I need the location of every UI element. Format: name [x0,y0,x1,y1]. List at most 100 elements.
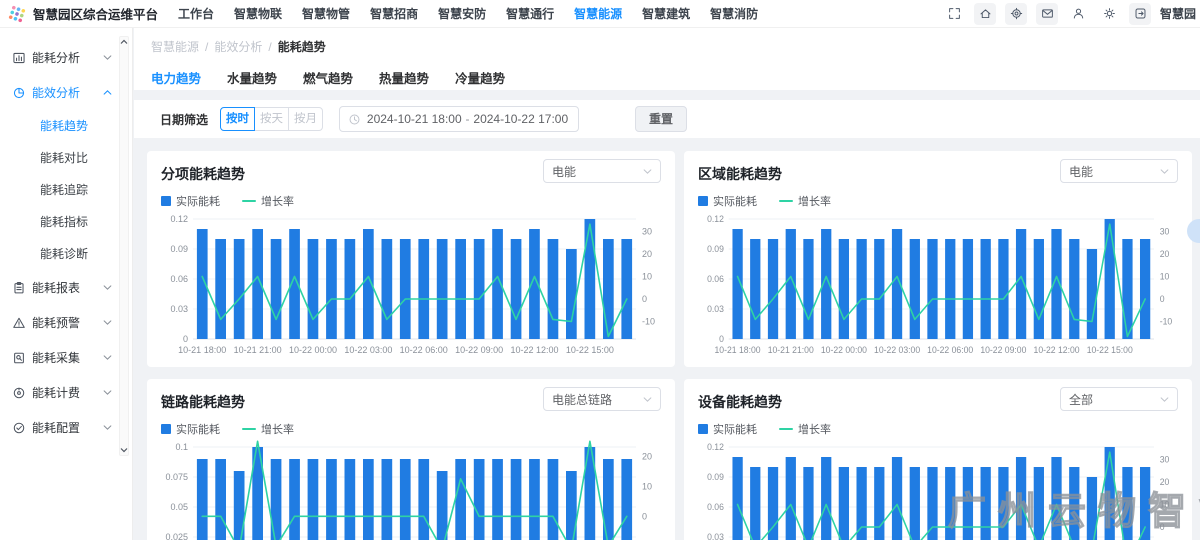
tab-0[interactable]: 电力趋势 [151,68,201,91]
legend-item-line[interactable]: 增长率 [242,421,294,437]
tab-2[interactable]: 燃气趋势 [303,68,353,91]
svg-text:20: 20 [642,249,652,259]
svg-text:10-21 21:00: 10-21 21:00 [234,345,282,355]
chart-select-2[interactable]: 电能总链路 [543,387,661,411]
date-range-start[interactable]: 2024-10-21 18:00 [365,112,464,126]
chart-card-0: 分项能耗趋势电能实际能耗增长率00.030.060.090.12-1001020… [147,151,675,367]
home-icon[interactable] [974,3,996,25]
sidebar-subitem-1-0[interactable]: 能耗趋势 [0,110,132,142]
svg-text:0: 0 [719,334,724,344]
tab-1[interactable]: 水量趋势 [227,68,277,91]
nav-item-6[interactable]: 智慧能源 [564,0,632,28]
breadcrumb-item-1[interactable]: 能效分析 [214,38,262,55]
legend-bar-marker [698,196,708,206]
date-range-end[interactable]: 2024-10-22 17:00 [472,112,571,126]
svg-text:-10: -10 [642,317,655,327]
brightness-icon[interactable] [1098,3,1120,25]
chart-legend-3: 实际能耗 增长率 [698,421,1178,437]
breadcrumb-separator: / [268,40,271,54]
chevron-down-icon [103,424,112,431]
nav-item-2[interactable]: 智慧物管 [292,0,360,28]
tab-4[interactable]: 冷量趋势 [455,68,505,91]
scroll-down-icon[interactable] [120,447,128,453]
legend-item-bar[interactable]: 实际能耗 [698,193,757,209]
svg-text:-10: -10 [1160,316,1173,326]
main-nav: 工作台智慧物联智慧物管智慧招商智慧安防智慧通行智慧能源智慧建筑智慧消防 [168,0,768,27]
svg-text:0.06: 0.06 [707,502,724,512]
legend-item-line[interactable]: 增长率 [779,421,831,437]
legend-item-line[interactable]: 增长率 [242,193,294,209]
mail-icon[interactable] [1036,3,1058,25]
date-filter-bar: 日期筛选 按时按天按月 2024-10-21 18:00 - 2024-10-2… [134,100,1200,138]
chart-select-3[interactable]: 全部 [1060,387,1178,411]
svg-text:0: 0 [183,334,188,344]
date-mode-2[interactable]: 按月 [288,107,323,131]
header-block: 智慧能源/能效分析/能耗趋势 电力趋势水量趋势燃气趋势热量趋势冷量趋势 [134,28,1200,90]
svg-text:10-22 03:00: 10-22 03:00 [344,345,392,355]
legend-item-bar[interactable]: 实际能耗 [161,193,220,209]
chart-title-0: 分项能耗趋势 [161,159,245,184]
settings-gear-icon[interactable] [1005,3,1027,25]
chart-canvas[interactable]: 00.0250.050.0750.1-100102010-21 18:0010-… [161,439,661,540]
tab-3[interactable]: 热量趋势 [379,68,429,91]
svg-text:10-22 00:00: 10-22 00:00 [289,345,337,355]
breadcrumb-item-0[interactable]: 智慧能源 [151,38,199,55]
chart-canvas[interactable]: 00.030.060.090.12-10010203010-21 18:0010… [698,211,1178,357]
nav-item-8[interactable]: 智慧消防 [700,0,768,28]
legend-line-marker [779,200,793,202]
scroll-up-icon[interactable] [120,39,128,45]
sidebar-item-2[interactable]: 能耗报表 [0,270,132,305]
nav-item-7[interactable]: 智慧建筑 [632,0,700,28]
sidebar-item-5[interactable]: 能耗计费 [0,375,132,410]
fullscreen-icon[interactable] [943,3,965,25]
chart-select-1[interactable]: 电能 [1060,159,1178,183]
nav-item-4[interactable]: 智慧安防 [428,0,496,28]
svg-text:0.12: 0.12 [170,214,188,224]
navbar-user-text[interactable]: 智慧园 [1160,5,1200,22]
chart-select-0[interactable]: 电能 [543,159,661,183]
sidebar-item-6[interactable]: 能耗配置 [0,410,132,445]
svg-text:0.09: 0.09 [707,244,724,254]
sidebar-item-3[interactable]: 能耗预警 [0,305,132,340]
legend-item-line[interactable]: 增长率 [779,193,831,209]
reset-button[interactable]: 重置 [635,106,687,132]
svg-text:30: 30 [1160,454,1170,464]
svg-text:0.03: 0.03 [707,304,724,314]
nav-item-3[interactable]: 智慧招商 [360,0,428,28]
sidebar-subitem-1-2[interactable]: 能耗追踪 [0,174,132,206]
date-mode-0[interactable]: 按时 [220,107,255,131]
svg-text:0.09: 0.09 [170,244,188,254]
date-mode-1[interactable]: 按天 [254,107,289,131]
sidebar-menu: 能耗分析能效分析能耗趋势能耗对比能耗追踪能耗指标能耗诊断能耗报表能耗预警能耗采集… [0,28,132,445]
collect-icon [12,351,26,365]
clock-icon [348,113,361,126]
sidebar-scrollbar[interactable] [119,36,129,456]
svg-text:10-21 18:00: 10-21 18:00 [715,345,761,355]
legend-item-bar[interactable]: 实际能耗 [161,421,220,437]
sidebar-item-0[interactable]: 能耗分析 [0,40,132,75]
sidebar-subitem-1-4[interactable]: 能耗诊断 [0,238,132,270]
svg-text:0: 0 [642,294,647,304]
breadcrumb-item-2: 能耗趋势 [278,38,326,55]
svg-text:0.06: 0.06 [170,274,188,284]
nav-item-1[interactable]: 智慧物联 [224,0,292,28]
sidebar-item-4[interactable]: 能耗采集 [0,340,132,375]
nav-item-5[interactable]: 智慧通行 [496,0,564,28]
sidebar-item-1[interactable]: 能效分析 [0,75,132,110]
chart-canvas[interactable]: 00.030.060.090.12-10010203010-21 18:0010… [161,211,661,357]
legend-line-marker [242,200,256,202]
legend-item-bar[interactable]: 实际能耗 [698,421,757,437]
nav-item-0[interactable]: 工作台 [168,0,224,28]
chevron-down-icon [643,168,652,175]
sidebar-subitem-1-3[interactable]: 能耗指标 [0,206,132,238]
svg-text:0.09: 0.09 [707,472,724,482]
date-range-picker[interactable]: 2024-10-21 18:00 - 2024-10-22 17:00 [339,106,579,132]
svg-text:0.1: 0.1 [175,442,188,452]
sidebar-subitem-1-1[interactable]: 能耗对比 [0,142,132,174]
user-icon[interactable] [1067,3,1089,25]
date-mode-group: 按时按天按月 [220,107,323,131]
report-icon [12,281,26,295]
logout-icon[interactable] [1129,3,1151,25]
svg-text:10-22 03:00: 10-22 03:00 [874,345,920,355]
chart-canvas[interactable]: 00.030.060.090.12-10010203010-21 18:0010… [698,439,1178,540]
